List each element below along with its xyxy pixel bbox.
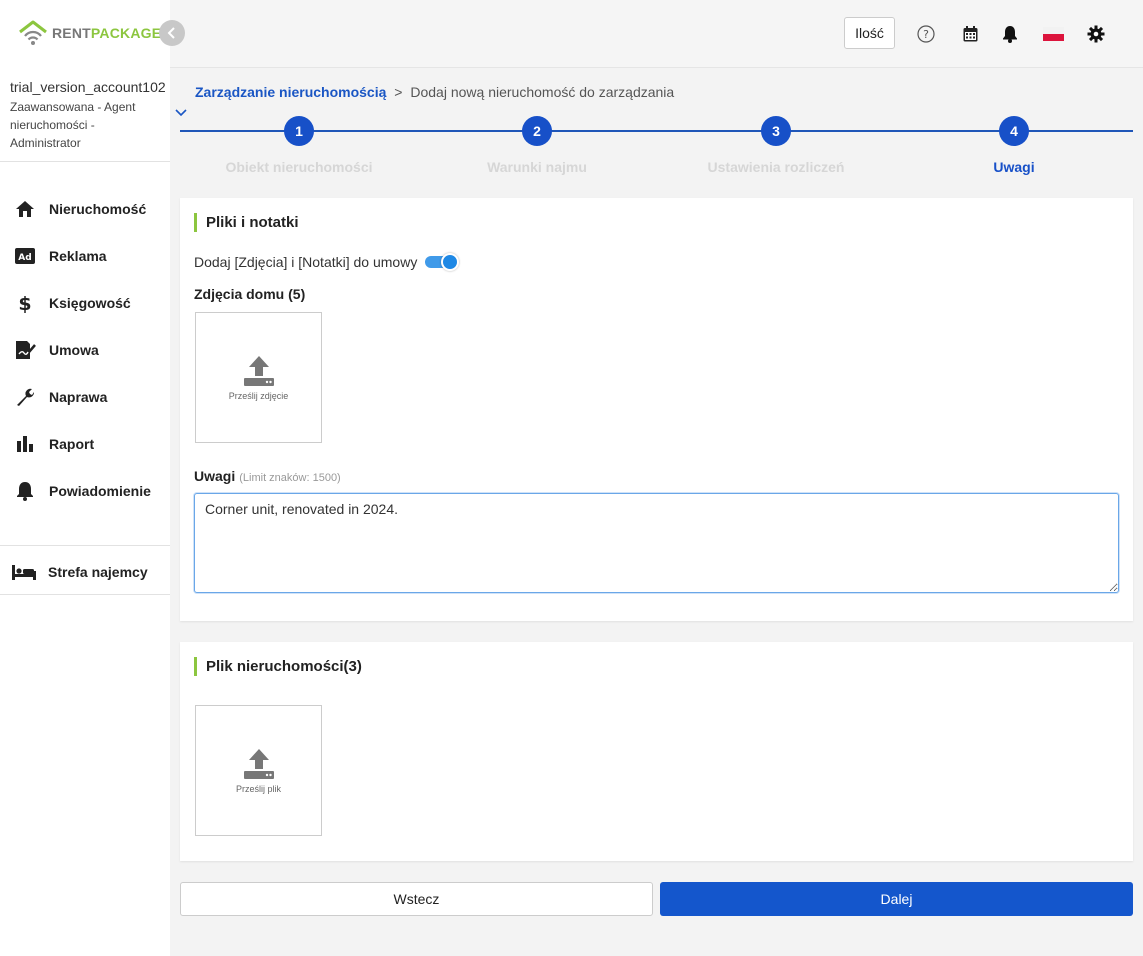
next-button[interactable]: Dalej xyxy=(660,882,1133,916)
breadcrumb-separator: > xyxy=(394,84,403,100)
account-role: Zaawansowana - Agent nieruchomości - Adm… xyxy=(10,100,136,150)
svg-text:?: ? xyxy=(923,28,929,41)
logo[interactable]: RENTPACKAGE xyxy=(18,18,161,48)
sidebar-item-label: Księgowość xyxy=(49,294,131,311)
gear-icon[interactable] xyxy=(1086,24,1106,44)
sidebar: RENTPACKAGE trial_version_account102 Zaa… xyxy=(0,0,170,956)
sidebar-item-contract[interactable]: Umowa xyxy=(0,326,170,373)
home-icon xyxy=(14,198,36,220)
poland-flag-icon[interactable] xyxy=(1042,24,1064,44)
back-button[interactable]: Wstecz xyxy=(180,882,653,916)
step-2-circle[interactable]: 2 xyxy=(522,116,552,146)
sidebar-item-notification[interactable]: Powiadomienie xyxy=(0,467,170,514)
topbar: Ilość ? xyxy=(170,0,1143,68)
property-files-card: Plik nieruchomości(3) Prześlij plik xyxy=(180,642,1133,861)
sidebar-nav: Nieruchomość Ad Reklama $ Księgowość Umo… xyxy=(0,185,170,514)
account-username: trial_version_account102 xyxy=(10,79,166,95)
svg-text:$: $ xyxy=(18,293,31,313)
sidebar-item-label: Umowa xyxy=(49,341,99,358)
chevron-left-icon xyxy=(167,27,175,39)
breadcrumb: Zarządzanie nieruchomością > Dodaj nową … xyxy=(195,84,674,100)
sidebar-item-repair[interactable]: Naprawa xyxy=(0,373,170,420)
account-info: trial_version_account102 Zaawansowana - … xyxy=(10,79,168,152)
sidebar-item-advertising[interactable]: Ad Reklama xyxy=(0,232,170,279)
sidebar-item-label: Naprawa xyxy=(49,388,108,405)
divider xyxy=(0,545,170,546)
notes-label-text: Uwagi xyxy=(194,468,236,484)
sidebar-item-tenant-zone[interactable]: Strefa najemcy xyxy=(0,549,170,594)
breadcrumb-link[interactable]: Zarządzanie nieruchomością xyxy=(195,84,386,100)
add-to-contract-toggle-row: Dodaj [Zdjęcia] i [Notatki] do umowy xyxy=(194,253,460,271)
quantity-button[interactable]: Ilość xyxy=(844,17,895,49)
bell-icon xyxy=(14,480,36,502)
add-to-contract-toggle[interactable] xyxy=(425,253,460,271)
sidebar-item-accounting[interactable]: $ Księgowość xyxy=(0,279,170,326)
step-1-label: Obiekt nieruchomości xyxy=(225,159,373,175)
divider xyxy=(0,161,170,162)
sidebar-item-label: Nieruchomość xyxy=(49,200,147,217)
sidebar-item-label: Powiadomienie xyxy=(49,482,151,499)
stepper-line xyxy=(180,130,1133,132)
step-4-label: Uwagi xyxy=(993,159,1035,175)
wrench-icon xyxy=(14,386,36,408)
sidebar-item-label: Strefa najemcy xyxy=(48,563,148,580)
step-3-circle[interactable]: 3 xyxy=(761,116,791,146)
step-1-circle[interactable]: 1 xyxy=(284,116,314,146)
bed-icon xyxy=(12,561,36,583)
help-icon[interactable]: ? xyxy=(916,24,936,44)
step-2-label: Warunki najmu xyxy=(487,159,587,175)
divider xyxy=(0,594,170,595)
notes-textarea[interactable]: Corner unit, renovated in 2024. xyxy=(194,493,1119,593)
upload-file-button[interactable]: Prześlij plik xyxy=(195,705,322,836)
calendar-icon[interactable] xyxy=(960,24,980,44)
upload-icon xyxy=(243,748,274,779)
house-photos-title: Zdjęcia domu (5) xyxy=(194,286,306,302)
logo-text: RENTPACKAGE xyxy=(52,25,162,41)
svg-text:Ad: Ad xyxy=(18,253,31,263)
upload-file-label: Prześlij plik xyxy=(235,783,281,794)
bell-icon[interactable] xyxy=(1000,24,1020,44)
step-3-label: Ustawienia rozliczeń xyxy=(707,159,845,175)
logo-house-icon xyxy=(18,19,48,47)
sidebar-item-property[interactable]: Nieruchomość xyxy=(0,185,170,232)
dollar-icon: $ xyxy=(14,292,36,314)
collapse-sidebar-button[interactable] xyxy=(159,20,185,46)
sidebar-item-label: Reklama xyxy=(49,247,107,264)
ad-icon: Ad xyxy=(14,245,36,267)
sidebar-item-label: Raport xyxy=(49,435,95,452)
upload-icon xyxy=(243,355,274,386)
sidebar-item-report[interactable]: Raport xyxy=(0,420,170,467)
contract-icon xyxy=(14,339,36,361)
notes-label: Uwagi (Limit znaków: 1500) xyxy=(194,468,341,484)
toggle-label: Dodaj [Zdjęcia] i [Notatki] do umowy xyxy=(194,254,418,270)
chevron-down-icon[interactable] xyxy=(174,108,188,118)
step-4-circle[interactable]: 4 xyxy=(999,116,1029,146)
breadcrumb-current: Dodaj nową nieruchomość do zarządzania xyxy=(410,84,675,100)
upload-photo-label: Prześlij zdjęcie xyxy=(228,390,289,401)
section-title: Plik nieruchomości(3) xyxy=(194,657,362,676)
bar-chart-icon xyxy=(14,433,36,455)
files-notes-card: Pliki i notatki Dodaj [Zdjęcia] i [Notat… xyxy=(180,198,1133,621)
section-title: Pliki i notatki xyxy=(194,213,299,232)
notes-limit: (Limit znaków: 1500) xyxy=(239,472,341,484)
upload-photo-button[interactable]: Prześlij zdjęcie xyxy=(195,312,322,443)
